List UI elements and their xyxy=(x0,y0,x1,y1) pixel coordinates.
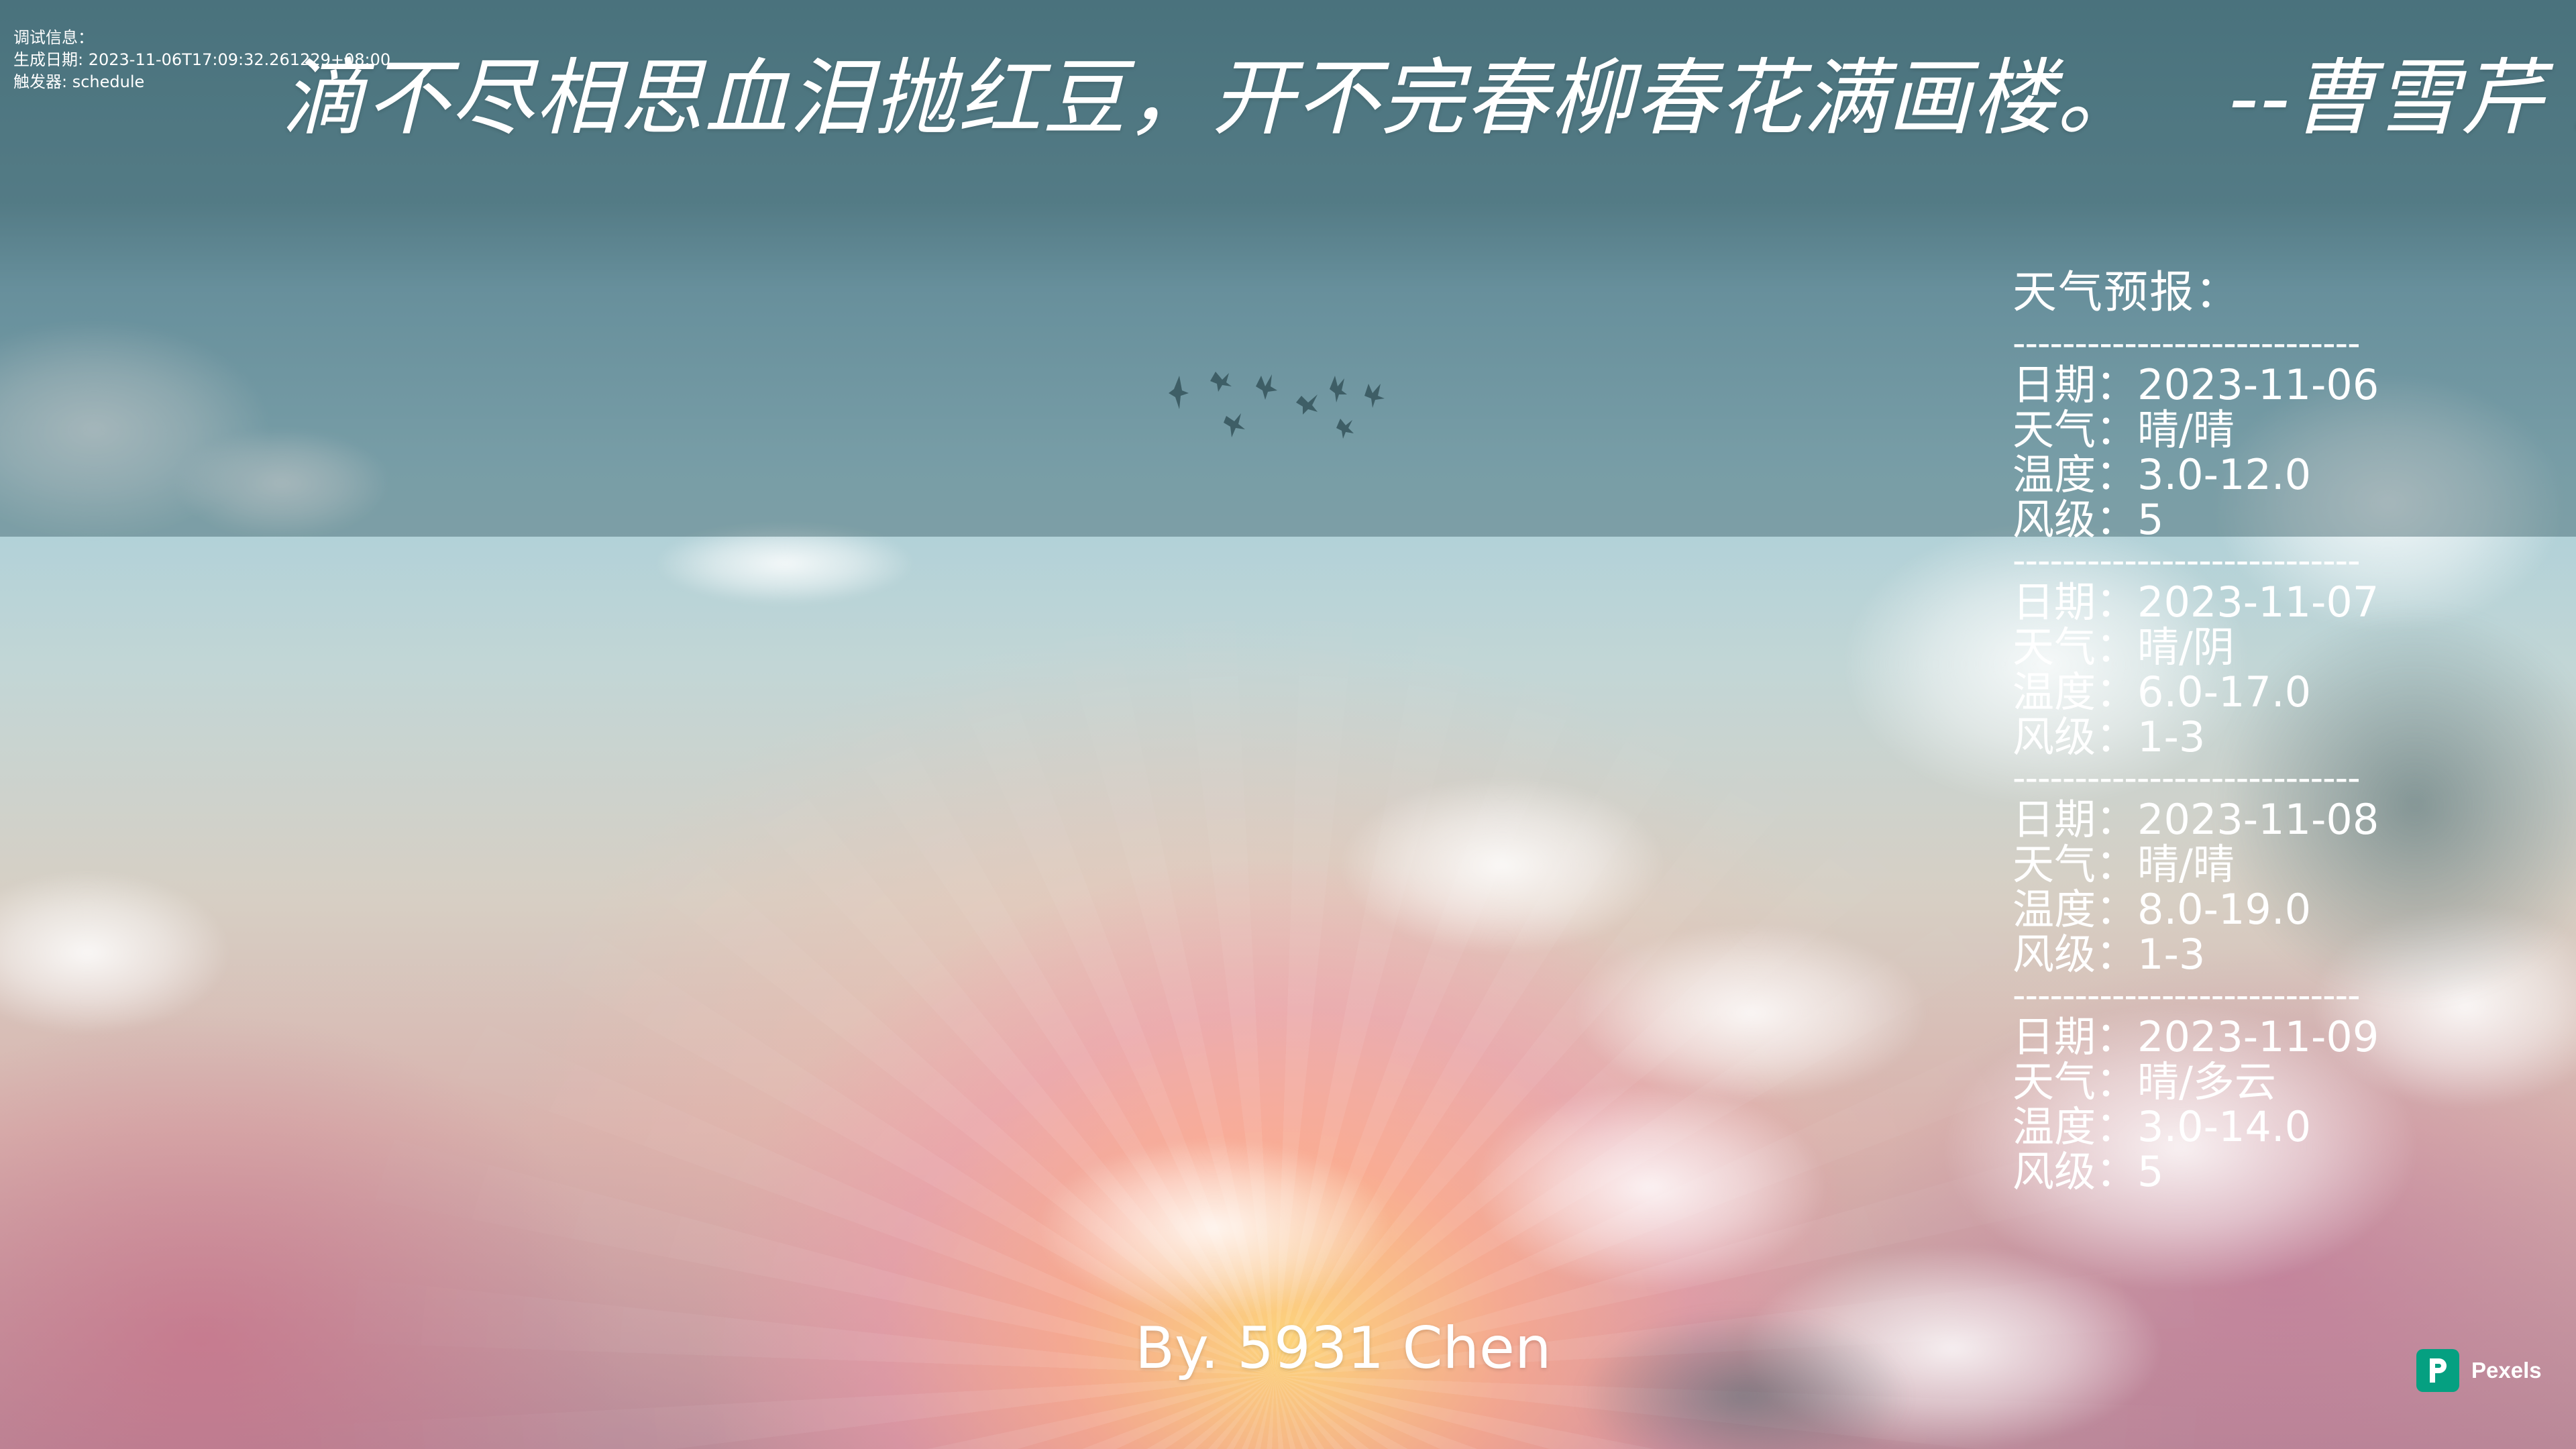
forecast-date: 日期：2023-11-07 xyxy=(2012,578,2379,627)
quote-text: 滴不尽相思血泪抛红豆，开不完春柳春花满画楼。 xyxy=(282,50,2142,147)
separator: ---------------------------- xyxy=(2012,542,2361,580)
quote-attribution: --曹雪芹 红豆词 xyxy=(2229,50,2576,147)
forecast-date: 日期：2023-11-08 xyxy=(2012,795,2379,844)
separator: ---------------------------- xyxy=(2012,759,2361,797)
forecast-date: 日期：2023-11-09 xyxy=(2012,1012,2379,1061)
forecast-temperature: 温度：3.0-12.0 xyxy=(2012,450,2312,499)
birds-icon xyxy=(1169,372,1385,439)
quote-banner: 滴不尽相思血泪抛红豆，开不完春柳春花满画楼。 --曹雪芹 红豆词 xyxy=(282,42,2576,156)
separator: ---------------------------- xyxy=(2012,977,2361,1014)
wallpaper-background: 调试信息： 生成日期: 2023-11-06T17:09:32.261229+0… xyxy=(0,0,2576,1449)
separator: ---------------------------- xyxy=(2012,325,2361,362)
weather-title: 天气预报： xyxy=(2012,266,2241,318)
cloud xyxy=(1342,778,1664,953)
forecast-temperature: 温度：8.0-19.0 xyxy=(2012,885,2312,934)
forecast-wind: 风级：1-3 xyxy=(2012,930,2206,979)
forecast-date: 日期：2023-11-06 xyxy=(2012,360,2379,409)
forecast-weather: 天气：晴/晴 xyxy=(2012,840,2235,889)
pexels-label: Pexels xyxy=(2471,1358,2542,1383)
forecast-wind: 风级：5 xyxy=(2012,1147,2164,1196)
cloud xyxy=(1040,1140,1389,1315)
forecast-temperature: 温度：6.0-17.0 xyxy=(2012,667,2312,716)
cloud xyxy=(1476,1087,1825,1288)
forecast-weather: 天气：晴/晴 xyxy=(2012,405,2235,454)
forecast-wind: 风级：5 xyxy=(2012,495,2164,544)
forecast-wind: 风级：1-3 xyxy=(2012,712,2206,761)
pexels-credit: Pexels xyxy=(2416,1348,2542,1393)
forecast-weather: 天气：晴/多云 xyxy=(2012,1057,2276,1106)
cloud xyxy=(1576,926,1925,1100)
author-byline: By. 5931 Chen xyxy=(1135,1315,1552,1382)
pexels-logo-icon xyxy=(2416,1349,2459,1392)
forecast-weather: 天气：晴/阴 xyxy=(2012,623,2235,672)
forecast-temperature: 温度：3.0-14.0 xyxy=(2012,1102,2312,1151)
weather-forecast-panel: 天气预报： ---------------------------- 日期：20… xyxy=(2012,260,2442,1194)
